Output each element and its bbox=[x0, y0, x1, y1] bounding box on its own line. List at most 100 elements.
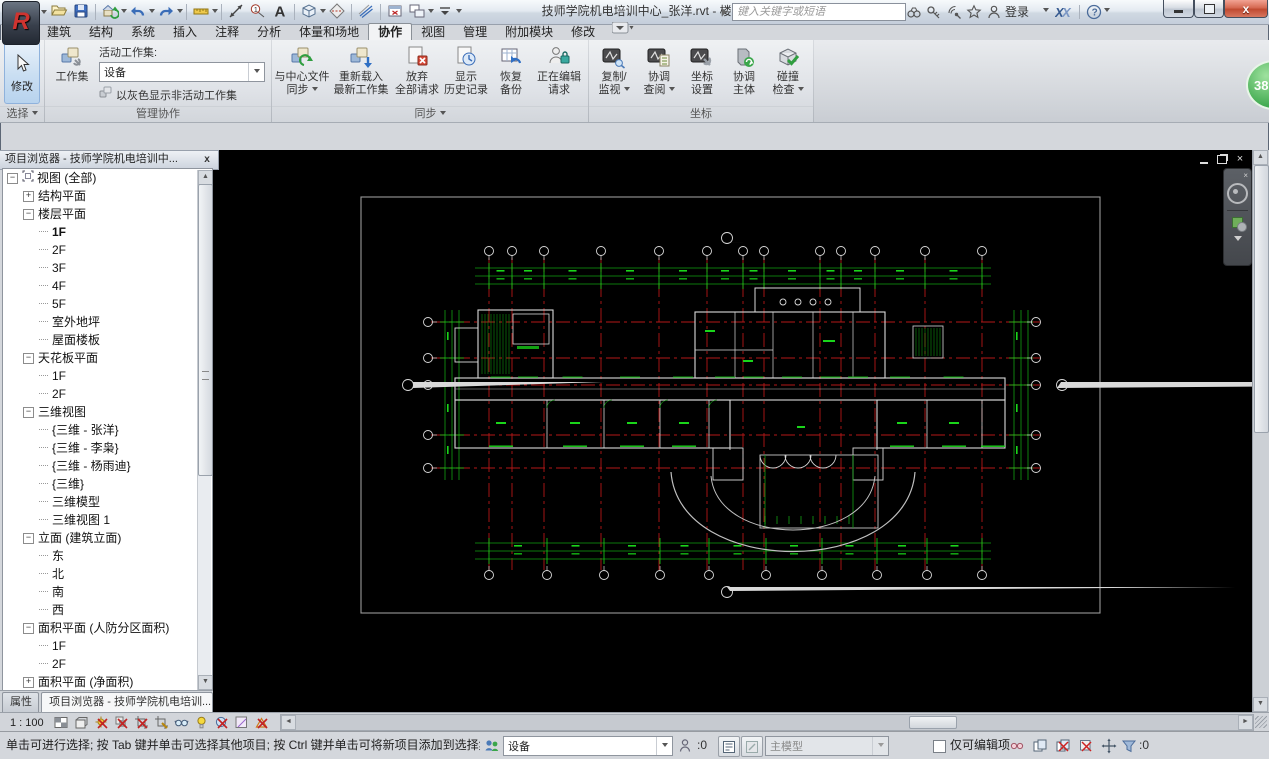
design-options-button[interactable] bbox=[741, 736, 763, 757]
gray-inactive-worksets-button[interactable]: 以灰色显示非活动工作集 bbox=[99, 86, 265, 103]
tree-item-东[interactable]: 东 bbox=[3, 547, 212, 565]
scroll-right-icon[interactable]: ► bbox=[1238, 715, 1253, 730]
tree-item-2F[interactable]: 2F bbox=[3, 241, 212, 259]
tree-item-三维视图 1[interactable]: 三维视图 1 bbox=[3, 511, 212, 529]
switch-windows-button[interactable] bbox=[407, 3, 427, 21]
coordination-settings-button[interactable]: 坐标 设置 bbox=[681, 40, 723, 97]
resize-grip[interactable] bbox=[1255, 716, 1267, 728]
tree-expand-icon[interactable]: + bbox=[23, 190, 34, 202]
design-option-dropdown[interactable]: 主模型 bbox=[765, 736, 889, 756]
sun-path-off-button[interactable] bbox=[93, 715, 111, 731]
tab-project-browser[interactable]: 项目浏览器 - 技师学院机电培训... bbox=[41, 692, 213, 713]
tree-item-{三维}[interactable]: {三维} bbox=[3, 475, 212, 493]
coordination-host-button[interactable]: 协调 主体 bbox=[723, 40, 765, 97]
navbar-close-icon[interactable]: × bbox=[1243, 171, 1248, 180]
temporary-hide-isolate-button[interactable] bbox=[173, 715, 191, 731]
sign-in-caret-icon[interactable] bbox=[1043, 8, 1050, 15]
tree-item-1F[interactable]: 1F bbox=[3, 637, 212, 655]
tree-collapse-icon[interactable]: − bbox=[23, 622, 34, 634]
tree-item-3F[interactable]: 3F bbox=[3, 259, 212, 277]
dropdown-arrow-icon[interactable] bbox=[248, 63, 264, 81]
close-hidden-windows-button[interactable] bbox=[385, 3, 405, 21]
search-collapse-icon[interactable] bbox=[722, 8, 731, 16]
select-panel-label[interactable]: 选择 bbox=[0, 106, 44, 122]
tab-系统[interactable]: 系统 bbox=[122, 24, 164, 40]
save-button[interactable] bbox=[71, 3, 91, 21]
tab-管理[interactable]: 管理 bbox=[454, 24, 496, 40]
subscription-key-button[interactable] bbox=[924, 3, 944, 20]
pinned-select-toggle[interactable] bbox=[1054, 737, 1072, 754]
scroll-left-icon[interactable]: ◄ bbox=[281, 715, 296, 730]
tree-collapse-icon[interactable]: − bbox=[23, 352, 34, 364]
tab-协作[interactable]: 协作 bbox=[368, 23, 413, 40]
tab-结构[interactable]: 结构 bbox=[80, 24, 122, 40]
shadows-off-button[interactable] bbox=[113, 715, 131, 731]
tree-item-2F[interactable]: 2F bbox=[3, 385, 212, 403]
undo-caret-icon[interactable] bbox=[149, 8, 155, 16]
tab-插入[interactable]: 插入 bbox=[164, 24, 206, 40]
zoom-tool-icon[interactable] bbox=[1232, 217, 1247, 232]
tree-item-{三维 - 李枭}[interactable]: {三维 - 李枭} bbox=[3, 439, 212, 457]
worksharing-dialog-button[interactable] bbox=[718, 736, 740, 757]
open-button[interactable] bbox=[49, 3, 69, 21]
tab-注释[interactable]: 注释 bbox=[206, 24, 248, 40]
interference-check-button[interactable]: 碰撞 检查 bbox=[765, 40, 811, 97]
tree-item-北[interactable]: 北 bbox=[3, 565, 212, 583]
crop-view-off-button[interactable] bbox=[133, 715, 151, 731]
tree-item-室外地坪[interactable]: 室外地坪 bbox=[3, 313, 212, 331]
editing-requests-button[interactable]: 正在编辑 请求 bbox=[532, 40, 586, 97]
browser-scroll-up-icon[interactable]: ▲ bbox=[198, 170, 212, 185]
vertical-scrollbar[interactable]: ▲ ▼ bbox=[1252, 150, 1269, 712]
floor-plan-drawing[interactable] bbox=[213, 150, 1269, 712]
horizontal-scroll-thumb[interactable] bbox=[909, 716, 957, 729]
tree-item-立面 (建筑立面)[interactable]: − 立面 (建筑立面) bbox=[3, 529, 212, 547]
tree-item-视图 (全部)[interactable]: − 视图 (全部) bbox=[3, 169, 212, 187]
aligned-dimension-button[interactable] bbox=[226, 3, 246, 21]
coordination-review-button[interactable]: 协调 查阅 bbox=[637, 40, 681, 97]
default-3d-view-button[interactable] bbox=[299, 3, 319, 21]
show-history-button[interactable]: 显示 历史记录 bbox=[442, 40, 490, 97]
browser-scrollbar[interactable]: ▲ ▼ bbox=[197, 170, 212, 690]
tree-item-面积平面 (人防分区面积)[interactable]: − 面积平面 (人防分区面积) bbox=[3, 619, 212, 637]
tree-item-屋面楼板[interactable]: 屋面楼板 bbox=[3, 331, 212, 349]
tree-expand-icon[interactable]: + bbox=[23, 676, 34, 688]
tree-item-4F[interactable]: 4F bbox=[3, 277, 212, 295]
thin-lines-button[interactable] bbox=[356, 3, 376, 21]
face-select-toggle[interactable] bbox=[1077, 737, 1095, 754]
drag-select-toggle[interactable] bbox=[1100, 737, 1118, 754]
tree-item-三维视图[interactable]: − 三维视图 bbox=[3, 403, 212, 421]
close-button[interactable]: x bbox=[1224, 0, 1268, 18]
tree-collapse-icon[interactable]: − bbox=[7, 172, 18, 184]
tab-修改[interactable]: 修改 bbox=[562, 24, 604, 40]
navbar-options-icon[interactable] bbox=[1233, 236, 1242, 245]
project-browser-close-icon[interactable]: x bbox=[200, 153, 214, 167]
tab-建筑[interactable]: 建筑 bbox=[38, 24, 80, 40]
application-menu-button[interactable]: R bbox=[2, 1, 40, 45]
tree-item-面积平面 (净面积)[interactable]: + 面积平面 (净面积) bbox=[3, 673, 212, 691]
analytical-model-off-button[interactable] bbox=[253, 715, 271, 731]
tree-item-南[interactable]: 南 bbox=[3, 583, 212, 601]
help-caret-icon[interactable] bbox=[1104, 8, 1111, 15]
infocenter-search-input[interactable]: 键入关键字或短语 bbox=[732, 3, 906, 21]
copy-monitor-button[interactable]: 复制/ 监视 bbox=[591, 40, 637, 97]
redo-button[interactable] bbox=[156, 3, 176, 21]
filter-icon[interactable] bbox=[1120, 737, 1138, 754]
tree-item-楼层平面[interactable]: − 楼层平面 bbox=[3, 205, 212, 223]
help-button[interactable]: ? bbox=[1084, 3, 1104, 20]
tree-item-1F[interactable]: 1F bbox=[3, 367, 212, 385]
drawing-area[interactable]: × × ▲ ▼ bbox=[213, 150, 1269, 712]
communication-center-button[interactable] bbox=[944, 3, 964, 20]
modify-button[interactable]: 修改 bbox=[4, 42, 40, 104]
tree-item-西[interactable]: 西 bbox=[3, 601, 212, 619]
tree-item-{三维 - 张洋}[interactable]: {三维 - 张洋} bbox=[3, 421, 212, 439]
underlay-select-toggle[interactable] bbox=[1031, 737, 1049, 754]
project-browser-title[interactable]: 项目浏览器 - 技师学院机电培训中... x bbox=[0, 150, 219, 170]
view-close-button[interactable]: × bbox=[1231, 152, 1249, 166]
scroll-up-icon[interactable]: ▲ bbox=[1253, 150, 1268, 165]
tab-分析[interactable]: 分析 bbox=[248, 24, 290, 40]
reload-latest-button[interactable]: 重新载入 最新工作集 bbox=[330, 40, 392, 97]
reveal-hidden-elements-button[interactable] bbox=[193, 715, 211, 731]
tree-item-天花板平面[interactable]: − 天花板平面 bbox=[3, 349, 212, 367]
redo-caret-icon[interactable] bbox=[177, 8, 183, 16]
tag-button[interactable]: 1 bbox=[248, 3, 268, 21]
